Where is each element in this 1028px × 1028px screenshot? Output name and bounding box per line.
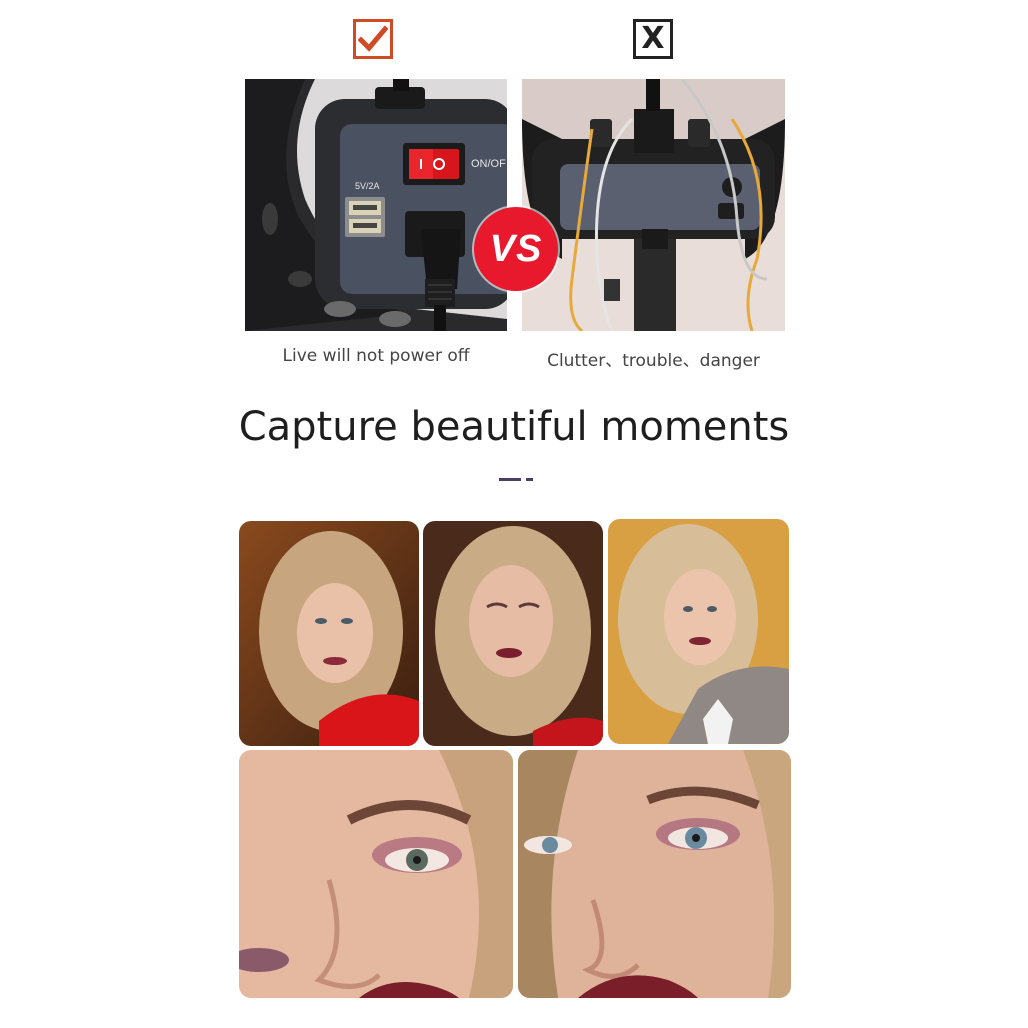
headline-underline [499, 478, 521, 481]
headline-underline-dot [526, 478, 533, 481]
switch-label: ON/OF [471, 158, 506, 170]
right-caption: Clutter、trouble、danger [547, 351, 760, 371]
cluttered-cables-photo [522, 79, 785, 331]
check-icon [353, 19, 393, 59]
x-mark-icon: X [633, 19, 673, 59]
portrait-photo-3 [608, 519, 789, 744]
left-caption: Live will not power off [282, 346, 470, 366]
closeup-eye-photo-2 [518, 750, 791, 998]
closeup-eye-photo-1 [239, 750, 513, 998]
ring-light-control-photo: ON/OF 5V/2A [245, 79, 507, 331]
portrait-photo-1 [239, 521, 419, 746]
portrait-photo-2 [423, 521, 603, 746]
usb-label: 5V/2A [355, 181, 380, 191]
headline: Capture beautiful moments [238, 404, 790, 450]
vs-badge: VS [474, 207, 558, 291]
